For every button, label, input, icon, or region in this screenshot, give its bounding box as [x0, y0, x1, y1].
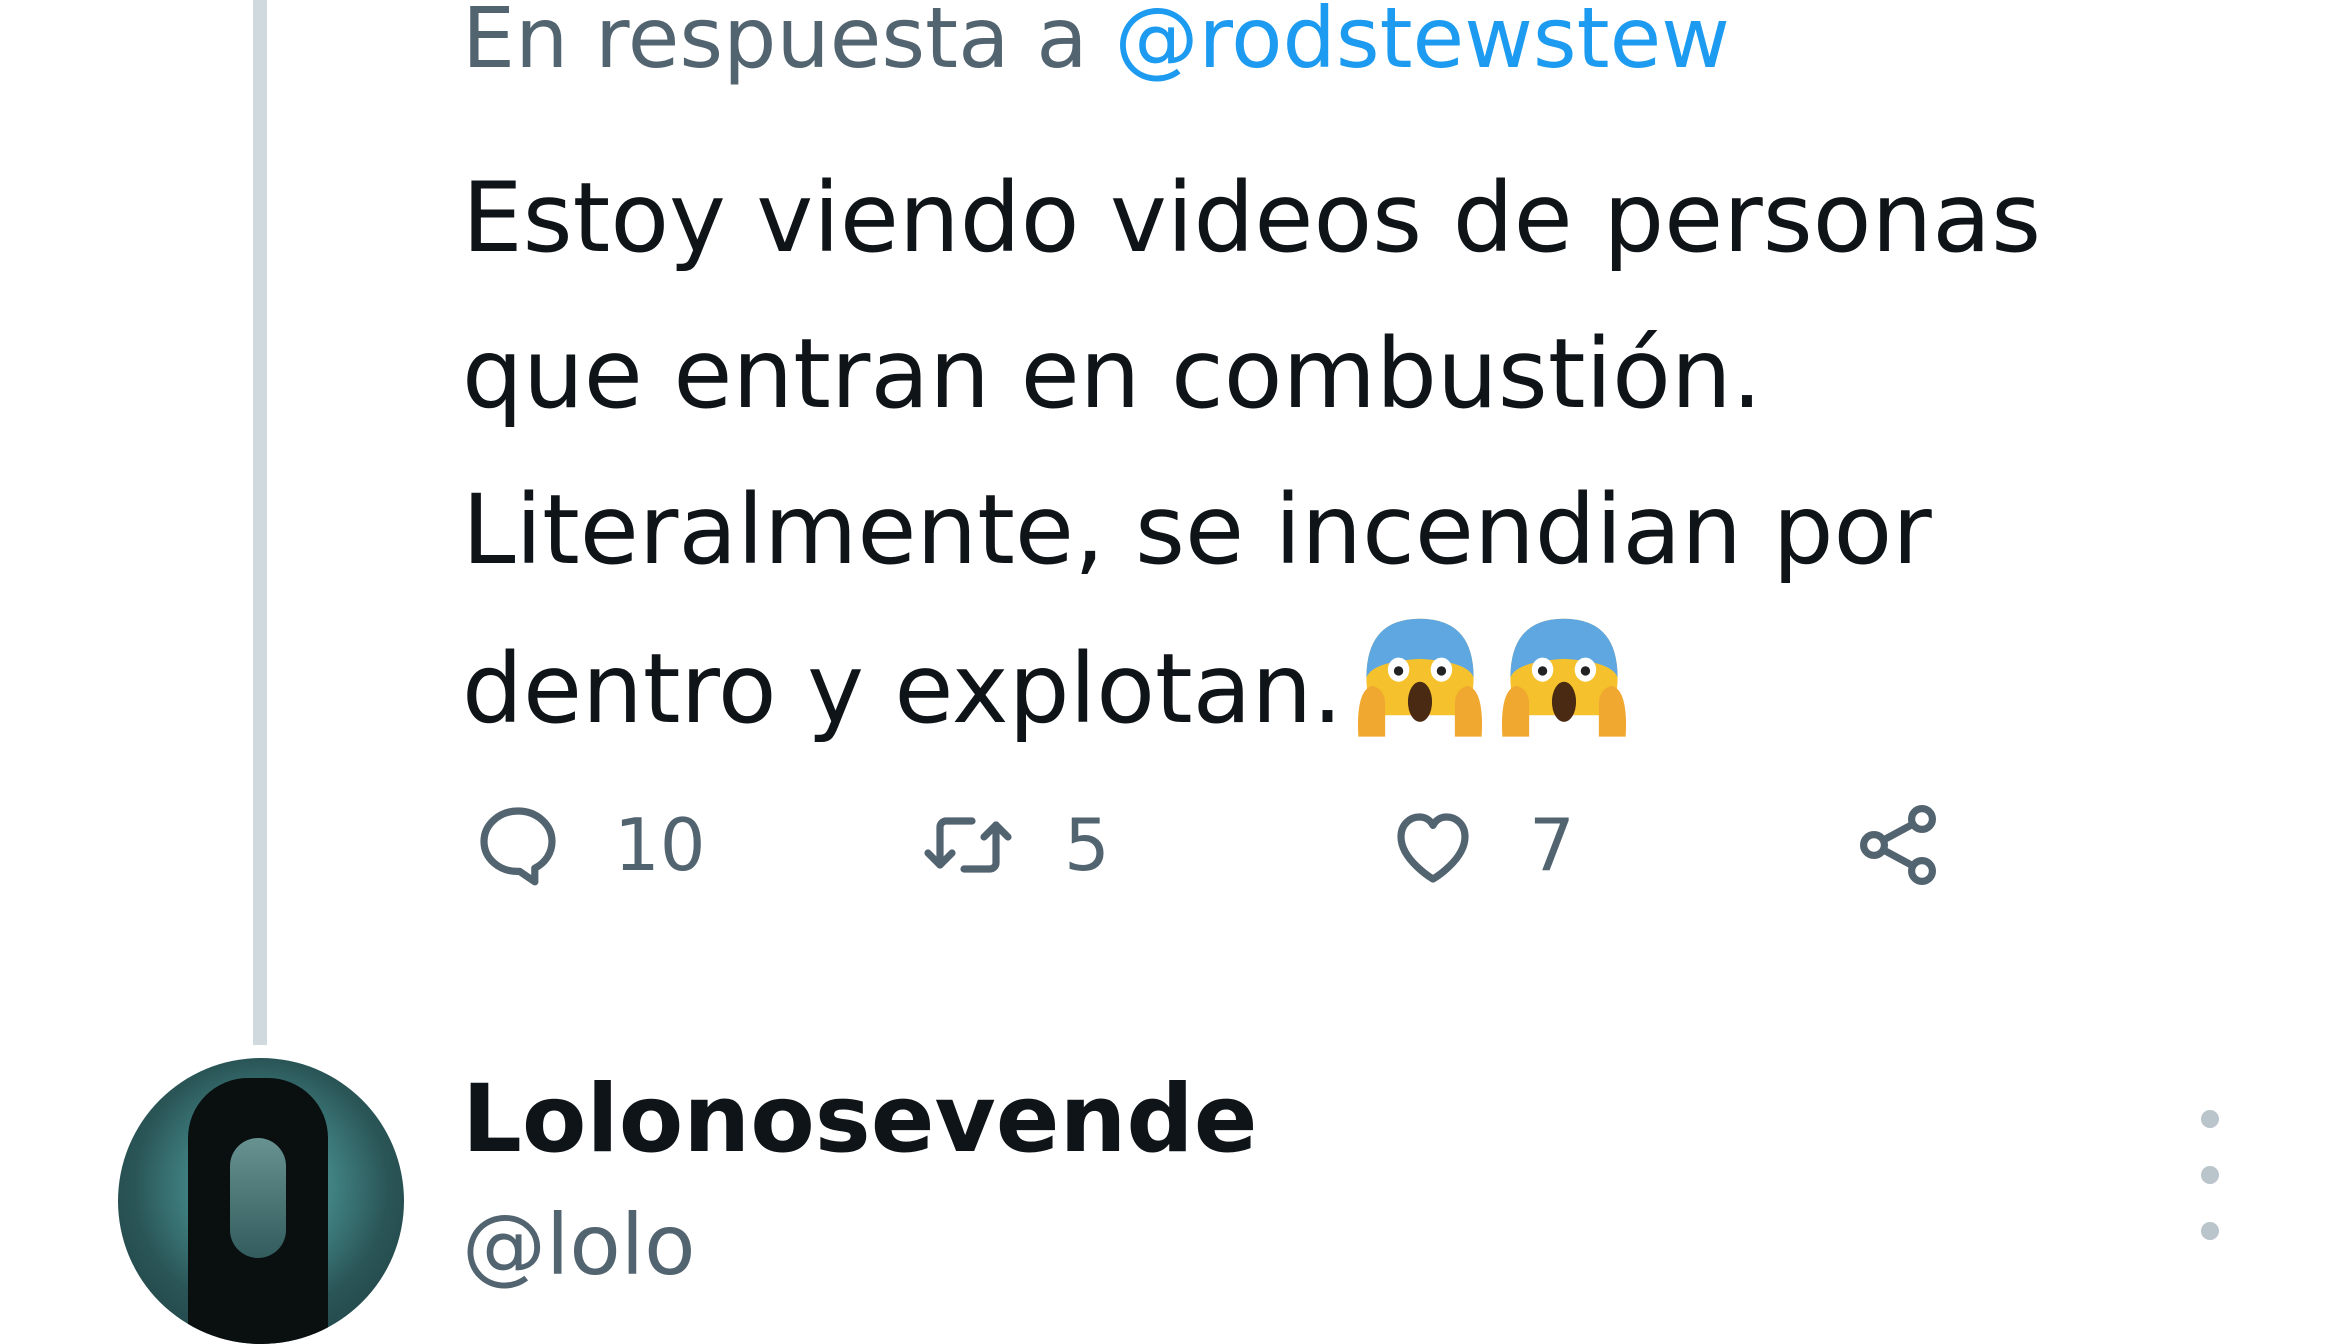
retweet-count: 5 — [1064, 803, 1110, 887]
share-icon — [1860, 805, 1936, 885]
author-handle[interactable]: @lolo — [462, 1195, 695, 1295]
tweet-actions: 10 5 7 — [470, 795, 2070, 895]
like-button[interactable]: 7 — [1385, 795, 1575, 895]
tweet-text-line-3: Literalmente, se incendian por — [462, 474, 1932, 586]
more-dot — [2201, 1166, 2219, 1184]
face-screaming-in-fear-icon — [1357, 618, 1482, 737]
reply-handle-link[interactable]: @rodstewstew — [1114, 0, 1730, 87]
retweet-icon — [924, 817, 1012, 873]
like-count: 7 — [1529, 803, 1575, 887]
reply-count: 10 — [614, 803, 706, 887]
tweet-text: Estoy viendo videos de personas que entr… — [462, 140, 2262, 767]
more-dot — [2201, 1222, 2219, 1240]
retweet-button[interactable]: 5 — [920, 795, 1110, 895]
reply-context: En respuesta a @rodstewstew — [462, 0, 1730, 88]
reply-prefix: En respuesta a — [462, 0, 1115, 87]
reply-button[interactable]: 10 — [470, 795, 706, 895]
more-dot — [2201, 1110, 2219, 1128]
more-options-button[interactable] — [2180, 1110, 2240, 1240]
tweet-text-line-4: dentro y explotan. — [462, 633, 1343, 745]
thread-connector-line — [253, 0, 267, 1045]
avatar-face — [230, 1138, 286, 1258]
tweet-text-line-1: Estoy viendo videos de personas — [462, 162, 2042, 274]
reply-icon — [480, 807, 556, 886]
heart-icon — [1397, 813, 1469, 883]
share-button[interactable] — [1850, 795, 1946, 895]
tweet-text-line-2: que entran en combustión. — [462, 318, 1763, 430]
author-display-name[interactable]: Lolonosevende — [462, 1060, 1257, 1180]
face-screaming-in-fear-icon — [1501, 618, 1626, 737]
avatar[interactable] — [118, 1058, 404, 1344]
